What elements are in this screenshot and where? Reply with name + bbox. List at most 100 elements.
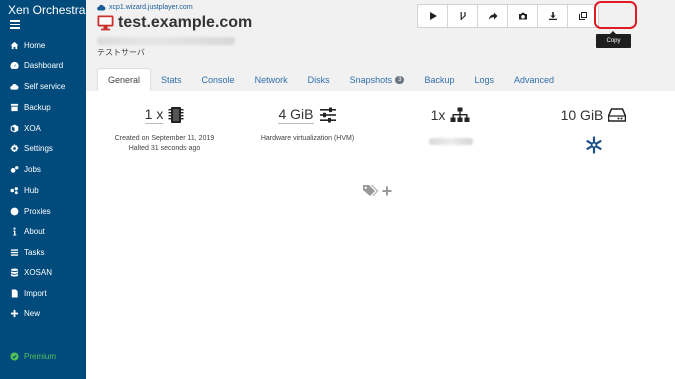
sidebar-item-label: Self service [24, 81, 66, 91]
hdd-icon [608, 108, 627, 122]
sidebar-item-label: Tasks [24, 247, 45, 257]
cpu-count[interactable]: 1 x [144, 106, 164, 124]
tab-disks[interactable]: Disks [298, 68, 340, 91]
halted-status: Halted 31 seconds ago [128, 145, 201, 152]
sidebar-item-label: Proxies [24, 206, 51, 216]
cogs-icon [9, 164, 20, 175]
sitemap-icon [450, 107, 470, 122]
cpu-stat: 1 x Created on September 11, 2019 Halted … [97, 104, 232, 154]
camera-icon [518, 12, 527, 20]
sidebar-item-home[interactable]: Home [9, 37, 45, 53]
cog-icon [9, 143, 20, 154]
premium-badge[interactable]: Premium [9, 349, 56, 363]
add-tag-icon[interactable] [382, 186, 392, 196]
redacted-text [97, 37, 235, 45]
sidebar-item-label: Import [24, 288, 47, 298]
memory-size[interactable]: 4 GiB [278, 106, 314, 124]
tab-stats[interactable]: Stats [151, 68, 192, 91]
brand-title: Xen Orchestra [8, 3, 86, 17]
import-icon [9, 288, 20, 299]
sidebar-item-hub[interactable]: Hub [9, 182, 39, 198]
code-fork-icon [460, 12, 466, 20]
cube-icon [9, 123, 20, 134]
sr-snowflake-icon[interactable] [585, 136, 603, 159]
sidebar-item-jobs[interactable]: Jobs [9, 161, 41, 177]
cloud-icon [9, 81, 20, 92]
sidebar-item-label: Dashboard [24, 60, 64, 70]
virtualization-mode: Hardware virtualization (HVM) [260, 135, 355, 142]
sidebar-item-label: Backup [24, 102, 51, 112]
migrate-button[interactable] [478, 5, 508, 27]
tab-advanced[interactable]: Advanced [504, 68, 564, 91]
cpu-chip-icon [168, 107, 184, 123]
share-icon [488, 12, 497, 20]
tab-logs[interactable]: Logs [465, 68, 505, 91]
network-count[interactable]: 1x [431, 107, 446, 123]
sidebar-item-label: XOA [24, 123, 41, 133]
sidebar-item-label: Settings [24, 143, 53, 153]
tab-network[interactable]: Network [245, 68, 298, 91]
sidebar-item-import[interactable]: Import [9, 285, 47, 301]
tasks-icon [9, 247, 20, 258]
host-link[interactable]: xcp1.wizard.justplayer.com [97, 4, 193, 11]
vm-name[interactable]: test.example.com [118, 14, 252, 32]
sidebar-item-about[interactable]: About [9, 223, 45, 239]
general-stats: 1 x Created on September 11, 2019 Halted … [86, 104, 675, 174]
sidebar-item-xoa[interactable]: XOA [9, 120, 41, 136]
created-date: Created on September 11, 2019 [114, 135, 215, 142]
sidebar-item-label: XOSAN [24, 267, 53, 277]
host-name: xcp1.wizard.justplayer.com [109, 4, 193, 11]
redacted-ip-address [428, 138, 473, 145]
tab-snapshots-label: Snapshots [349, 74, 393, 85]
tags-icon [363, 185, 379, 196]
database-icon [9, 267, 20, 278]
sidebar-item-self-service[interactable]: Self service [9, 78, 65, 94]
cloud-icon [97, 4, 106, 11]
tab-backup[interactable]: Backup [414, 68, 464, 91]
tags-area [362, 184, 392, 197]
copy-button-highlight [594, 1, 637, 29]
sidebar-item-settings[interactable]: Settings [9, 140, 53, 156]
disk-size[interactable]: 10 GiB [561, 107, 604, 123]
tab-snapshots[interactable]: Snapshots 3 [340, 68, 415, 91]
snapshot-button[interactable] [508, 5, 538, 27]
sidebar-item-label: Home [24, 40, 46, 50]
export-button[interactable] [538, 5, 568, 27]
snapshots-count-badge: 3 [395, 75, 405, 84]
check-circle-icon [9, 351, 20, 362]
vm-action-bar [417, 4, 599, 28]
desktop-icon [97, 15, 114, 31]
sidebar-item-dashboard[interactable]: Dashboard [9, 57, 63, 73]
network-stat: 1x [383, 104, 518, 145]
sidebar-item-proxies[interactable]: Proxies [9, 203, 51, 219]
menu-toggle-icon[interactable] [10, 20, 20, 29]
sidebar-item-label: Hub [24, 185, 39, 195]
vm-header: xcp1.wizard.justplayer.com test.example.… [86, 0, 675, 91]
disk-stat: 10 GiB [526, 104, 661, 159]
globe-icon [9, 206, 20, 217]
sidebar-item-new[interactable]: New [9, 305, 40, 321]
sidebar-item-xosan[interactable]: XOSAN [9, 264, 52, 280]
vm-description[interactable]: テストサーバ [97, 47, 145, 58]
vm-tabs: General Stats Console Network Disks Snap… [97, 67, 564, 91]
sliders-icon [319, 107, 336, 123]
memory-stat: 4 GiB Hardware virtualization (HVM) [240, 104, 375, 144]
start-button[interactable] [418, 5, 448, 27]
play-icon [429, 12, 437, 20]
sidebar-item-label: New [24, 308, 41, 318]
hub-icon [9, 185, 20, 196]
backup-icon [9, 102, 20, 113]
download-icon [548, 12, 557, 20]
info-icon [9, 226, 20, 237]
sidebar-item-label: About [24, 226, 45, 236]
sidebar: Xen Orchestra Home Dashboard Self servic… [0, 0, 86, 379]
vm-title: test.example.com [97, 14, 252, 32]
copy-tooltip: Copy [596, 31, 631, 48]
tab-console[interactable]: Console [192, 68, 245, 91]
sidebar-item-backup[interactable]: Backup [9, 99, 51, 115]
tab-general[interactable]: General [97, 68, 152, 91]
fast-clone-button[interactable] [448, 5, 478, 27]
plus-icon [9, 308, 20, 319]
sidebar-item-tasks[interactable]: Tasks [9, 244, 44, 260]
copy-icon [579, 12, 587, 20]
